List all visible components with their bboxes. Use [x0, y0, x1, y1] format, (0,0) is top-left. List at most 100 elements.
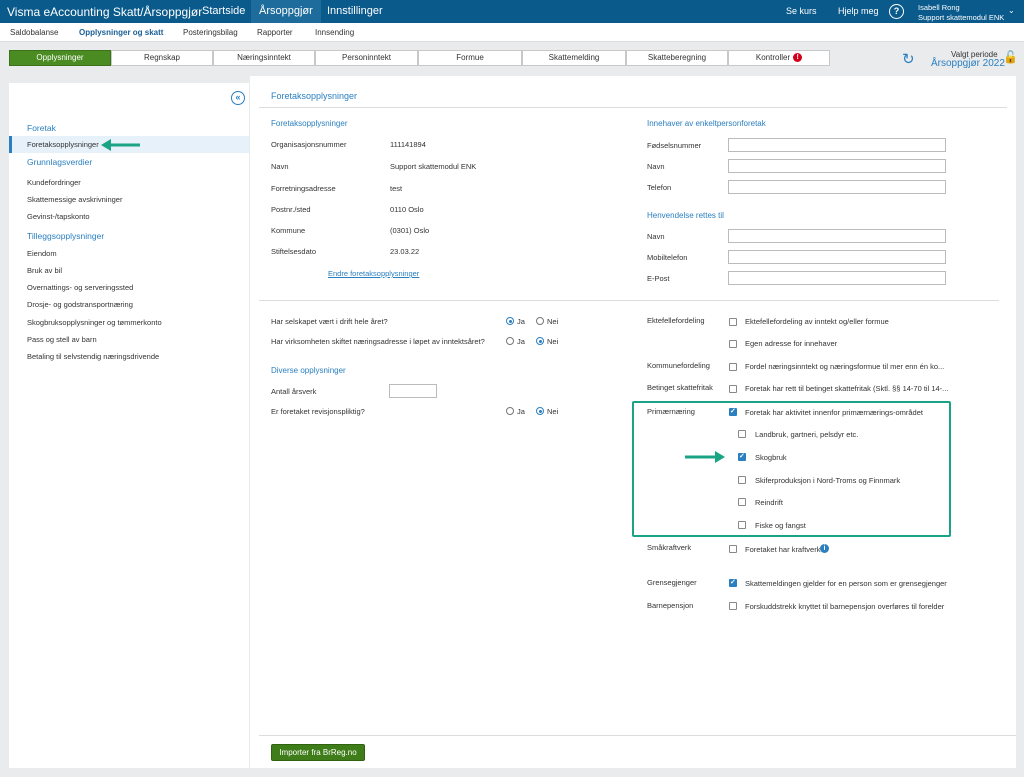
section-innehaver-head: Innehaver av enkeltpersonforetak	[647, 119, 766, 128]
radio-label-nei: Nei	[547, 407, 559, 416]
help-icon[interactable]: ?	[889, 4, 904, 19]
subnav-saldobalanse[interactable]: Saldobalanse	[10, 28, 58, 37]
radio-revisjon-ja[interactable]	[506, 407, 514, 415]
tab-opplysninger[interactable]: Opplysninger	[9, 50, 111, 66]
label-telefon: Telefon	[647, 183, 672, 192]
field-value-stiftelse: 23.03.22	[390, 247, 420, 256]
label-ektefellefordeling: Ektefellefordeling	[647, 316, 705, 325]
checkbox-betinget-skattefritak[interactable]	[729, 385, 737, 393]
section-foretak-head: Foretaksopplysninger	[271, 119, 348, 128]
tab-naeringsinntekt[interactable]: Næringsinntekt	[213, 50, 315, 66]
nav-startside[interactable]: Startside	[194, 0, 253, 23]
sidebar-head-tillegg: Tilleggsopplysninger	[27, 231, 105, 241]
sidebar-item-overnatting[interactable]: Overnattings- og serveringssted	[27, 283, 133, 292]
radio-label-nei: Nei	[547, 337, 559, 346]
telefon-input[interactable]	[728, 180, 946, 194]
sidebar-head-foretak: Foretak	[27, 123, 56, 133]
checkbox-egen-adresse[interactable]	[729, 340, 737, 348]
sidebar-item-eiendom[interactable]: Eiendom	[27, 249, 57, 258]
antall-arsverk-input[interactable]	[389, 384, 437, 398]
fodselsnummer-input[interactable]	[728, 138, 946, 152]
primaernaering-text: Foretak har aktivitet innenfor primærnær…	[745, 408, 923, 417]
question-drift: Har selskapet vært i drift hele året?	[271, 317, 388, 326]
radio-adresse-nei[interactable]	[536, 337, 544, 345]
user-company: Support skattemodul ENK	[918, 13, 1005, 22]
sidebar-item-pass[interactable]: Pass og stell av barn	[27, 335, 97, 344]
sidebar-head-grunnlag: Grunnlagsverdier	[27, 157, 93, 167]
field-value-postnr: 0110 Oslo	[390, 205, 424, 214]
radio-drift-ja[interactable]	[506, 317, 514, 325]
sidebar-item-gevinst[interactable]: Gevinst-/tapskonto	[27, 212, 90, 221]
checkbox-skiferproduksjon[interactable]	[738, 476, 746, 484]
se-kurs-link[interactable]: Se kurs	[786, 0, 817, 23]
nav-arsoppgjor[interactable]: Årsoppgjør	[251, 0, 321, 23]
sidebar-item-skogbruk[interactable]: Skogbruksopplysninger og tømmerkonto	[27, 318, 162, 327]
tab-bar: Opplysninger Regnskap Næringsinntekt Per…	[0, 42, 1024, 77]
subnav-posteringsbilag[interactable]: Posteringsbilag	[183, 28, 238, 37]
sidebar-item-kundefordringer[interactable]: Kundefordringer	[27, 178, 81, 187]
field-label-stiftelse: Stiftelsesdato	[271, 247, 317, 256]
refresh-icon[interactable]: ↻	[902, 50, 915, 68]
sidebar-item-bil[interactable]: Bruk av bil	[27, 266, 62, 275]
question-revisjon: Er foretaket revisjonspliktig?	[271, 407, 365, 416]
epost-input[interactable]	[728, 271, 946, 285]
smakraftverk-text: Foretaket har kraftverk	[745, 545, 821, 554]
help-link[interactable]: Hjelp meg	[838, 0, 879, 23]
henv-navn-input[interactable]	[728, 229, 946, 243]
checkbox-reindrift[interactable]	[738, 498, 746, 506]
divider	[259, 107, 1007, 108]
lock-icon[interactable]: 🔓	[1003, 50, 1018, 64]
tab-formue[interactable]: Formue	[418, 50, 522, 66]
checkbox-primaernaering[interactable]	[729, 407, 737, 416]
sidebar-item-betaling[interactable]: Betaling til selvstendig næringsdrivende	[27, 352, 159, 361]
subnav-innsending[interactable]: Innsending	[315, 28, 354, 37]
tab-personinntekt[interactable]: Personinntekt	[315, 50, 418, 66]
field-label-navn: Navn	[271, 162, 289, 171]
chevron-down-icon[interactable]: ⌄	[1008, 6, 1015, 15]
user-name: Isabell Rong	[918, 3, 960, 12]
ektefellefordeling-text: Ektefellefordeling av inntekt og/eller f…	[745, 317, 889, 326]
checkbox-landbruk[interactable]	[738, 430, 746, 438]
checkbox-ektefellefordeling[interactable]	[729, 318, 737, 326]
period-value[interactable]: Årsoppgjør 2022	[931, 58, 1005, 69]
checkbox-fiske[interactable]	[738, 521, 746, 529]
collapse-icon[interactable]: «	[231, 91, 245, 105]
user-menu[interactable]: Isabell Rong Support skattemodul ENK	[918, 3, 1004, 23]
sub-nav: Saldobalanse Opplysninger og skatt Poste…	[0, 23, 1024, 42]
tab-regnskap[interactable]: Regnskap	[111, 50, 213, 66]
label-fodselsnummer: Fødselsnummer	[647, 141, 702, 150]
checkbox-skogbruk[interactable]	[738, 452, 746, 461]
sidebar: « Foretak Foretaksopplysninger Grunnlags…	[9, 83, 249, 768]
reindrift-text: Reindrift	[755, 498, 783, 507]
nav-innstillinger[interactable]: Innstillinger	[319, 0, 391, 23]
field-label-adresse: Forretningsadresse	[271, 184, 336, 193]
radio-drift-nei[interactable]	[536, 317, 544, 325]
checkbox-grensegjenger[interactable]	[729, 578, 737, 587]
import-brreg-button[interactable]: Importer fra BrReg.no	[271, 744, 365, 761]
checkbox-kommunefordeling[interactable]	[729, 363, 737, 371]
radio-revisjon-nei[interactable]	[536, 407, 544, 415]
arrow-left-icon	[101, 139, 140, 151]
label-kommunefordeling: Kommunefordeling	[647, 361, 710, 370]
subnav-rapporter[interactable]: Rapporter	[257, 28, 293, 37]
edit-foretak-link[interactable]: Endre foretaksopplysninger	[328, 269, 419, 278]
label-betinget-skattefritak: Betinget skattefritak	[647, 383, 713, 392]
checkbox-barnepensjon[interactable]	[729, 602, 737, 610]
label-grensegjenger: Grensegjenger	[647, 578, 697, 587]
tab-skatteberegning[interactable]: Skatteberegning	[626, 50, 728, 66]
sidebar-item-drosje[interactable]: Drosje- og godstransportnæring	[27, 300, 133, 309]
mobiltelefon-input[interactable]	[728, 250, 946, 264]
info-icon[interactable]: i	[820, 544, 829, 553]
section-henvendelse-head: Henvendelse rettes til	[647, 211, 724, 220]
tab-skattemelding[interactable]: Skattemelding	[522, 50, 626, 66]
tab-kontroller[interactable]: Kontroller!	[728, 50, 830, 66]
skiferproduksjon-text: Skiferproduksjon i Nord-Troms og Finnmar…	[755, 476, 901, 485]
sidebar-item-avskrivninger[interactable]: Skattemessige avskrivninger	[27, 195, 122, 204]
subnav-opplysninger[interactable]: Opplysninger og skatt	[79, 28, 163, 37]
radio-adresse-ja[interactable]	[506, 337, 514, 345]
field-value-adresse: test	[390, 184, 403, 193]
grensegjenger-text: Skattemeldingen gjelder for en person so…	[745, 579, 947, 588]
checkbox-smakraftverk[interactable]	[729, 545, 737, 553]
innehaver-navn-input[interactable]	[728, 159, 946, 173]
highlight-box	[632, 401, 951, 537]
